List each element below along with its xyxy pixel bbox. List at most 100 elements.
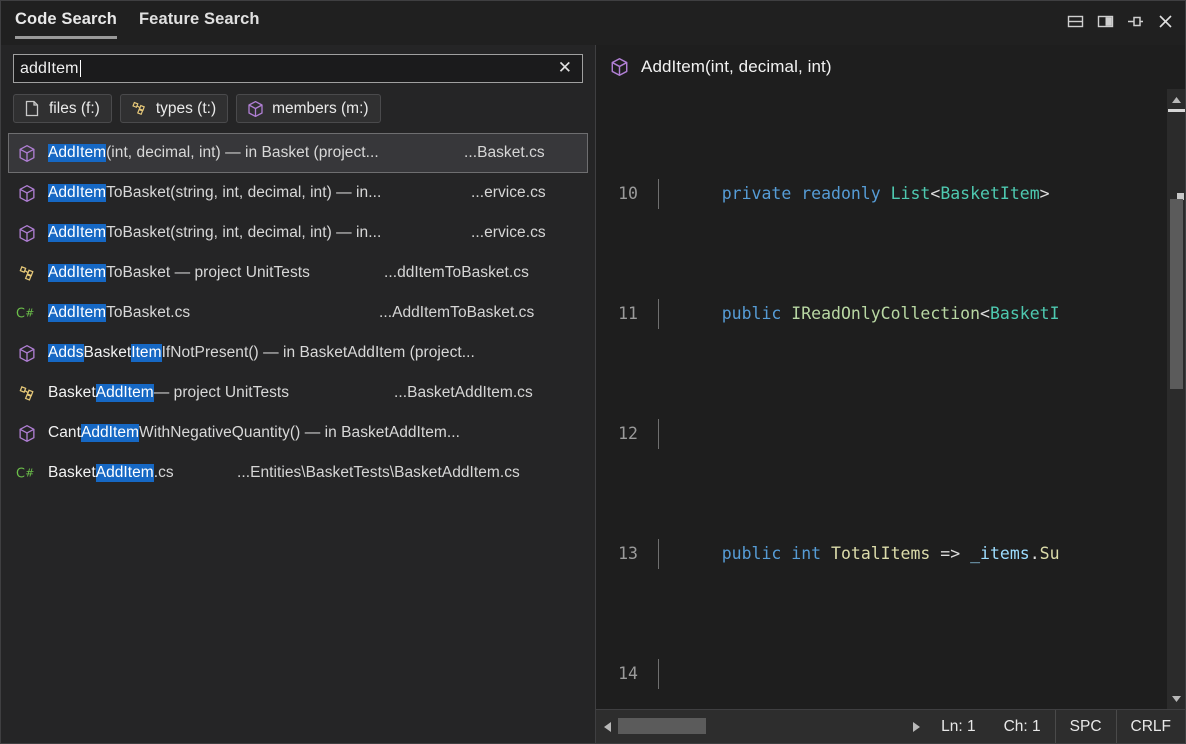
file-icon — [23, 100, 41, 118]
result-path: ...BasketAddItem.cs — [394, 384, 533, 402]
status-column-number: Ch: 1 — [990, 710, 1055, 743]
result-row[interactable]: AddItem(int, decimal, int) — in Basket (… — [8, 133, 588, 173]
result-label: AddItemToBasket(string, int, decimal, in… — [48, 224, 381, 242]
horizontal-scrollbar-thumb[interactable] — [618, 718, 706, 734]
tab-code-search[interactable]: Code Search — [15, 10, 117, 39]
class-icon — [16, 262, 38, 284]
vertical-scrollbar[interactable] — [1167, 89, 1185, 709]
result-prefix: Basket — [48, 384, 96, 402]
code-text: public IReadOnlyCollection<BasketI — [682, 299, 1168, 329]
code-preview-pane: AddItem(int, decimal, int) 10 private re… — [595, 45, 1185, 743]
search-input-value: addItem — [20, 61, 79, 77]
code-text: private readonly List<BasketItem> — [682, 179, 1168, 209]
result-row[interactable]: CantAddItemWithNegativeQuantity() — in B… — [8, 413, 588, 453]
code-gutter — [644, 419, 682, 449]
filter-chip-row: files (f:) — [1, 83, 595, 133]
result-label: BasketAddItem — project UnitTests — [48, 384, 289, 402]
result-row[interactable]: BasketAddItem — project UnitTests ...Bas… — [8, 373, 588, 413]
status-indent-mode[interactable]: SPC — [1055, 710, 1116, 743]
results-list: AddItem(int, decimal, int) — in Basket (… — [1, 133, 595, 743]
result-label: AddItemToBasket(string, int, decimal, in… — [48, 184, 381, 202]
tab-feature-search[interactable]: Feature Search — [139, 10, 260, 39]
code-line: 13 public int TotalItems => _items.Su — [596, 539, 1168, 569]
result-match: Adds — [48, 344, 84, 362]
code-editor[interactable]: 10 private readonly List<BasketItem> 11 … — [596, 89, 1185, 709]
scrollbar-thumb[interactable] — [1170, 199, 1183, 389]
code-line: 14 — [596, 659, 1168, 689]
search-row: addItem ✕ — [1, 45, 595, 83]
filter-chip-members-label: members (m:) — [272, 100, 368, 118]
code-line: 10 private readonly List<BasketItem> — [596, 179, 1168, 209]
code-search-window: Code Search Feature Search — [0, 0, 1186, 744]
result-match: AddItem — [48, 304, 106, 322]
result-detail: ToBasket(string, int, decimal, int) — in… — [106, 184, 381, 202]
result-label: BasketAddItem.cs — [48, 464, 174, 482]
result-match: AddItem — [48, 224, 106, 242]
result-match: AddItem — [48, 264, 106, 282]
code-gutter — [644, 659, 682, 689]
result-row[interactable]: AddItemToBasket(string, int, decimal, in… — [8, 213, 588, 253]
csharp-icon: C # — [16, 302, 38, 324]
filter-chip-files-label: files (f:) — [49, 100, 100, 118]
result-row[interactable]: AddItemToBasket(string, int, decimal, in… — [8, 173, 588, 213]
result-path: ...ddItemToBasket.cs — [384, 264, 529, 282]
result-prefix: Cant — [48, 424, 81, 442]
split-vertical-icon[interactable] — [1096, 12, 1115, 31]
result-row[interactable]: C # AddItemToBasket.cs ...AddItemToBaske… — [8, 293, 588, 333]
cube-icon — [16, 142, 38, 164]
code-line: 12 — [596, 419, 1168, 449]
class-icon — [16, 382, 38, 404]
result-match: AddItem — [48, 184, 106, 202]
class-icon — [130, 100, 148, 118]
result-label: AddItem(int, decimal, int) — in Basket (… — [48, 144, 379, 162]
filter-chip-members[interactable]: members (m:) — [236, 94, 380, 123]
status-line-number: Ln: 1 — [927, 710, 989, 743]
code-line: 11 public IReadOnlyCollection<BasketI — [596, 299, 1168, 329]
result-row[interactable]: C # BasketAddItem.cs ...Entities\BasketT… — [8, 453, 588, 493]
window-controls — [1066, 12, 1175, 31]
result-detail: — project UnitTests — [154, 384, 289, 402]
result-detail: (int, decimal, int) — in Basket (project… — [106, 144, 379, 162]
svg-text:#: # — [25, 467, 34, 480]
split-horizontal-icon[interactable] — [1066, 12, 1085, 31]
cube-icon — [16, 342, 38, 364]
scroll-up-icon[interactable] — [1168, 91, 1185, 108]
window-body: addItem ✕ files (f:) — [1, 45, 1185, 743]
result-detail: WithNegativeQuantity() — in BasketAddIte… — [139, 424, 460, 442]
result-match-2: Item — [131, 344, 161, 362]
title-bar: Code Search Feature Search — [1, 1, 1185, 45]
result-prefix: Basket — [48, 464, 96, 482]
code-gutter — [644, 179, 682, 209]
scroll-down-icon[interactable] — [1168, 690, 1185, 707]
result-detail: ToBasket(string, int, decimal, int) — in… — [106, 224, 381, 242]
scroll-right-icon[interactable] — [905, 721, 927, 733]
cube-icon — [16, 182, 38, 204]
close-icon[interactable] — [1156, 12, 1175, 31]
svg-text:C: C — [16, 307, 25, 322]
result-row[interactable]: AddsBasketItemIfNotPresent() — in Basket… — [8, 333, 588, 373]
code-gutter — [644, 299, 682, 329]
result-label: AddsBasketItemIfNotPresent() — in Basket… — [48, 344, 475, 362]
cube-icon — [608, 56, 630, 78]
scroll-left-icon[interactable] — [596, 721, 618, 733]
filter-chip-files[interactable]: files (f:) — [13, 94, 112, 123]
result-match: AddItem — [48, 144, 106, 162]
filter-chip-types[interactable]: types (t:) — [120, 94, 228, 123]
line-number: 14 — [596, 659, 644, 689]
filter-chip-types-label: types (t:) — [156, 100, 216, 118]
status-line-ending[interactable]: CRLF — [1116, 710, 1185, 743]
result-mid: Basket — [84, 344, 132, 362]
horizontal-scrollbar[interactable] — [596, 710, 927, 743]
result-match: AddItem — [96, 384, 154, 402]
clear-search-button[interactable]: ✕ — [556, 60, 574, 77]
result-path: ...Basket.cs — [464, 144, 545, 162]
result-row[interactable]: AddItemToBasket — project UnitTests ...d… — [8, 253, 588, 293]
code-gutter — [644, 539, 682, 569]
result-detail: ToBasket.cs — [106, 304, 190, 322]
csharp-icon: C # — [16, 462, 38, 484]
cube-icon — [16, 422, 38, 444]
pin-icon[interactable] — [1126, 12, 1145, 31]
search-input[interactable]: addItem ✕ — [13, 54, 583, 83]
result-label: AddItemToBasket.cs — [48, 304, 190, 322]
horizontal-scroll-track[interactable] — [618, 710, 905, 743]
